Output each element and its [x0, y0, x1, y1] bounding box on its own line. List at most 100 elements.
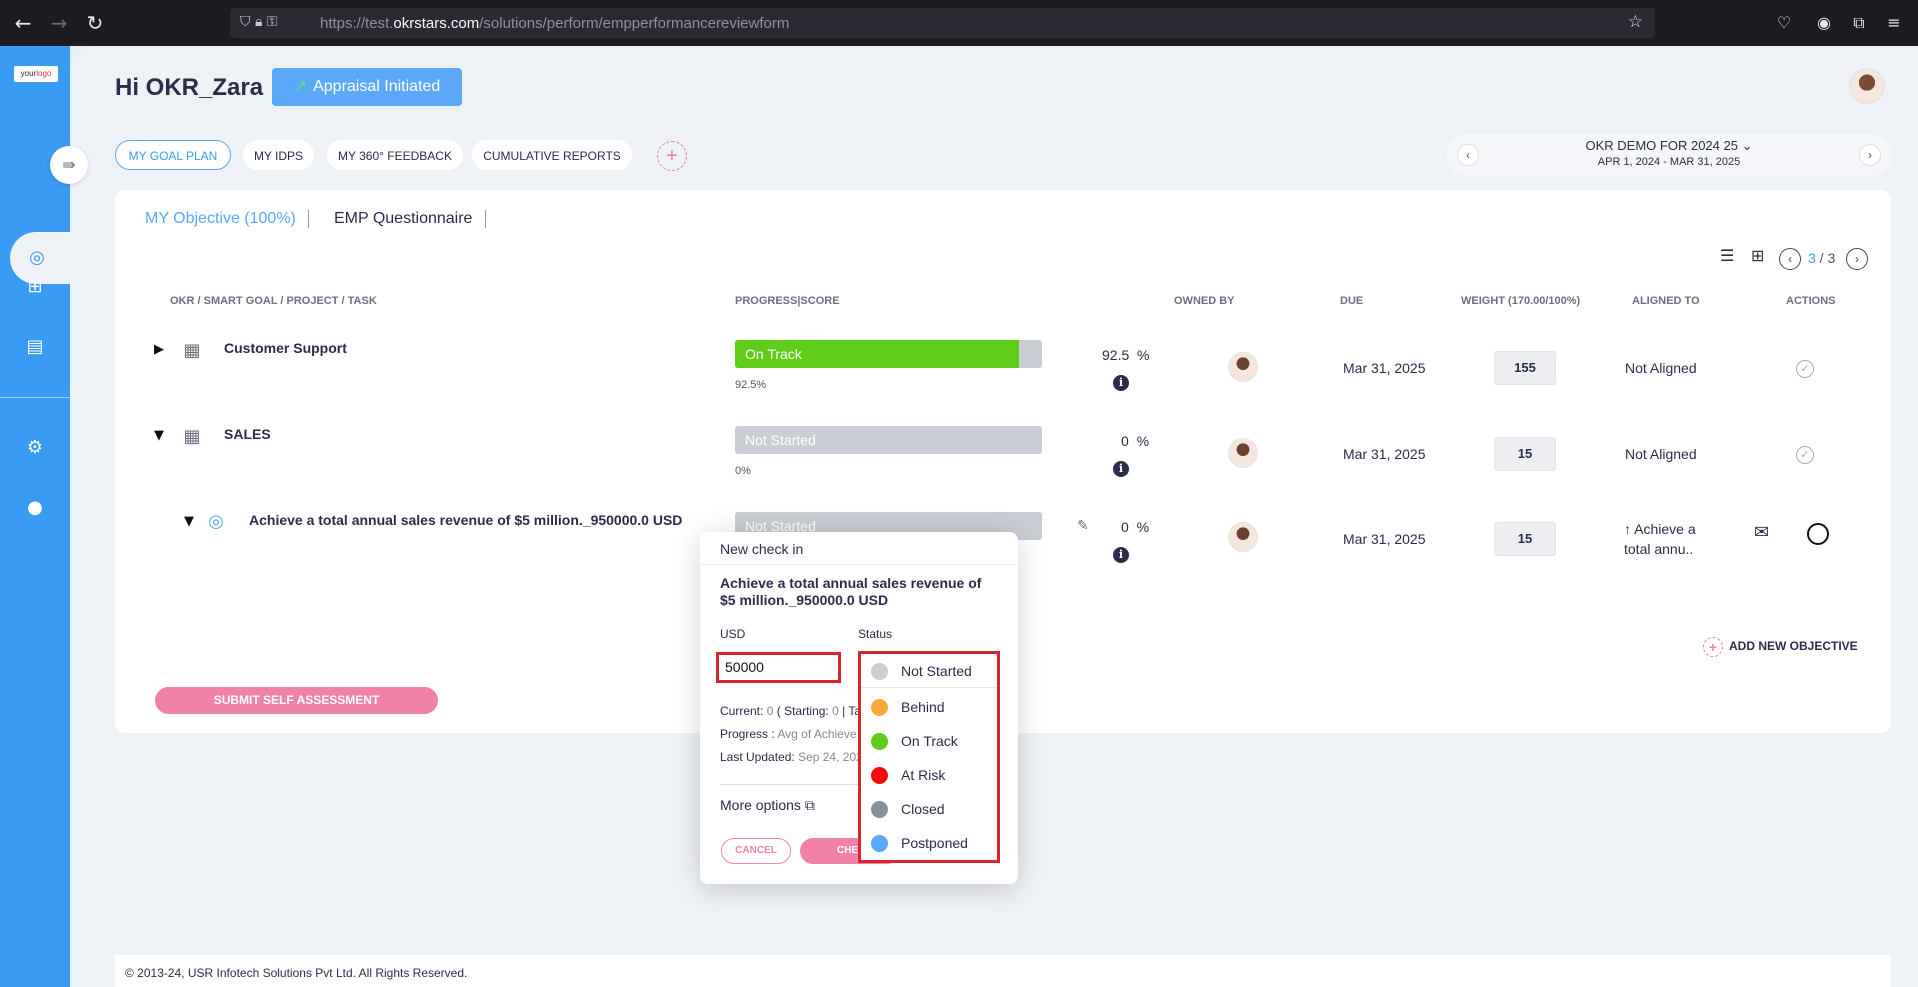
collapse-caret-icon[interactable]: ▼	[184, 514, 194, 529]
page-indicator: 3 / 3	[1808, 250, 1836, 266]
score-value: 0 %	[1121, 519, 1150, 535]
add-tab-button[interactable]: +	[657, 141, 687, 171]
info-icon[interactable]: i	[1113, 547, 1129, 563]
tab-separator	[308, 210, 309, 228]
collapse-caret-icon[interactable]: ▼	[154, 428, 164, 443]
comment-icon[interactable]: ✉	[1754, 522, 1769, 543]
info-icon[interactable]: i	[1113, 461, 1129, 477]
popup-divider	[720, 784, 860, 785]
plus-icon: +	[1703, 637, 1723, 657]
column-header-owned-by: OWNED BY	[1174, 295, 1235, 307]
address-bar[interactable]: ⛉ 🔒︎ ⚿ https://test.okrstars.com/solutio…	[230, 8, 1655, 38]
menu-icon[interactable]: ≡	[1885, 14, 1903, 32]
cancel-button[interactable]: CANCEL	[721, 838, 791, 864]
tab-my-objective[interactable]: MY Objective (100%)	[145, 210, 296, 228]
reload-icon[interactable]: ↻	[84, 12, 106, 34]
period-next-icon[interactable]: ›	[1859, 144, 1881, 166]
copyright-text: © 2013-24, USR Infotech Solutions Pvt Lt…	[125, 966, 468, 980]
status-option-on-track[interactable]: On Track	[861, 724, 997, 758]
owner-avatar[interactable]	[1228, 438, 1258, 468]
hierarchy-icon[interactable]: ⊞	[22, 274, 48, 300]
pocket-icon[interactable]: ♡	[1775, 14, 1793, 32]
back-icon[interactable]: ←	[12, 12, 34, 34]
status-option-at-risk[interactable]: At Risk	[861, 758, 997, 792]
list-view-icon[interactable]: ☰	[1720, 246, 1734, 265]
objective-title[interactable]: SALES	[224, 426, 271, 442]
account-icon[interactable]: ◉	[1815, 14, 1833, 32]
arrow-up-icon: ↗	[293, 78, 308, 95]
user-icon[interactable]: ●	[22, 495, 48, 521]
column-header-actions: ACTIONS	[1786, 295, 1836, 307]
period-selector[interactable]: ‹ OKR DEMO FOR 2024 25 ⌄ APR 1, 2024 - M…	[1447, 134, 1891, 176]
checkin-value-input[interactable]: 50000	[716, 652, 841, 683]
sidebar: yourlogo ◎ ⊞ ▤ ⚙ ●	[0, 46, 80, 987]
external-link-icon: ⧉	[804, 798, 815, 814]
tab-my-idps[interactable]: MY IDPS	[243, 140, 314, 170]
progress-info: Progress : Avg of Achieve	[720, 727, 857, 741]
progress-bar: On Track	[735, 340, 1042, 368]
appraisal-status-button[interactable]: ↗ Appraisal Initiated	[272, 68, 462, 106]
objective-title[interactable]: Customer Support	[224, 340, 347, 356]
tab-emp-questionnaire[interactable]: EMP Questionnaire	[334, 210, 472, 228]
collapse-sidebar-button[interactable]: ⇛	[50, 146, 88, 184]
popup-goal-title: Achieve a total annual sales revenue of …	[720, 575, 982, 608]
gear-icon[interactable]: ⚙	[22, 435, 48, 461]
objective-target-icon: ▦	[183, 426, 201, 447]
score-value: 92.5 %	[1102, 347, 1150, 363]
owner-avatar[interactable]	[1228, 352, 1258, 382]
more-options-link[interactable]: More options ⧉	[720, 797, 815, 814]
status-dot	[871, 767, 888, 784]
key-result-title[interactable]: Achieve a total annual sales revenue of …	[249, 512, 682, 528]
owner-avatar[interactable]	[1228, 522, 1258, 552]
status-option-not-started[interactable]: Not Started	[861, 654, 997, 688]
status-dot	[871, 801, 888, 818]
tab-cumulative-reports[interactable]: CUMULATIVE REPORTS	[472, 140, 632, 170]
page-next-icon[interactable]: ›	[1846, 248, 1868, 270]
column-header-progress: PROGRESS|SCORE	[735, 295, 840, 307]
grid-view-icon[interactable]: ⊞	[1751, 246, 1764, 265]
progress-percent: 0%	[735, 465, 751, 477]
page-prev-icon[interactable]: ‹	[1779, 248, 1801, 270]
forward-icon[interactable]: →	[48, 12, 70, 34]
bookmark-star-icon[interactable]: ☆	[1628, 12, 1643, 32]
tab-my-360-feedback[interactable]: MY 360° FEEDBACK	[327, 140, 463, 170]
user-avatar[interactable]	[1849, 68, 1885, 104]
sidebar-divider	[0, 397, 70, 398]
browser-toolbar: ← → ↻ ⛉ 🔒︎ ⚿ https://test.okrstars.com/s…	[0, 0, 1918, 46]
popup-title: New check in	[720, 541, 804, 557]
checkin-circle-icon[interactable]	[1807, 523, 1829, 545]
column-header-goal: OKR / SMART GOAL / PROJECT / TASK	[170, 295, 377, 307]
check-action-icon[interactable]: ✓	[1796, 446, 1814, 464]
info-icon[interactable]: i	[1113, 375, 1129, 391]
progress-bar: Not Started	[735, 426, 1042, 454]
status-option-closed[interactable]: Closed	[861, 792, 997, 826]
company-logo: yourlogo	[14, 66, 58, 82]
column-header-aligned-to: ALIGNED TO	[1632, 295, 1700, 307]
status-dot	[871, 699, 888, 716]
add-new-objective-button[interactable]: + ADD NEW OBJECTIVE	[1703, 637, 1858, 657]
weight-value[interactable]: 155	[1494, 351, 1556, 385]
check-action-icon[interactable]: ✓	[1796, 360, 1814, 378]
due-date: Mar 31, 2025	[1343, 531, 1426, 547]
url-text: https://test.okrstars.com/solutions/perf…	[320, 15, 790, 32]
progress-status-label: On Track	[745, 346, 802, 362]
status-option-behind[interactable]: Behind	[861, 690, 997, 724]
due-date: Mar 31, 2025	[1343, 360, 1426, 376]
unit-label: USD	[720, 627, 746, 641]
weight-value[interactable]: 15	[1494, 522, 1556, 556]
expand-caret-icon[interactable]: ▶	[154, 342, 164, 357]
column-header-weight: WEIGHT (170.00/100%)	[1461, 295, 1581, 307]
tab-my-goal-plan[interactable]: MY GOAL PLAN	[115, 140, 231, 170]
document-edit-icon[interactable]: ▤	[22, 334, 48, 360]
weight-value[interactable]: 15	[1494, 437, 1556, 471]
submit-self-assessment-button[interactable]: SUBMIT SELF ASSESSMENT	[155, 687, 438, 714]
key-result-target-icon: ◎	[208, 511, 224, 532]
edit-icon[interactable]: ✎	[1077, 518, 1089, 534]
status-dropdown[interactable]: Not Started Behind On Track At Risk Clos…	[858, 651, 1000, 863]
period-title[interactable]: OKR DEMO FOR 2024 25 ⌄	[1447, 138, 1891, 154]
status-option-postponed[interactable]: Postponed	[861, 826, 997, 860]
aligned-to: ↑ Achieve a total annu..	[1624, 521, 1696, 557]
tab-separator	[485, 210, 486, 228]
status-dot	[871, 733, 888, 750]
extensions-icon[interactable]: ⧉	[1850, 14, 1868, 32]
